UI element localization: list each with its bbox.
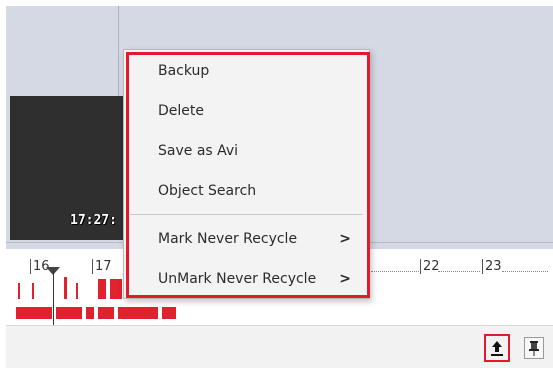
menu-item-label: UnMark Never Recycle [158,271,317,287]
video-timestamp: 17:27: [70,213,117,228]
recording-segment [76,283,78,299]
tick-minor-dots [502,271,548,273]
recording-segment [162,307,176,319]
tick-minor-dots [371,271,419,273]
tick-major [92,259,93,274]
menu-item-label: Object Search [158,183,257,199]
recording-segment [32,283,34,299]
recording-segment [64,277,67,299]
menu-item-label: Mark Never Recycle [158,231,298,247]
upload-icon [491,341,503,356]
pin-icon [529,341,539,356]
recording-segment [110,279,122,299]
pin-button[interactable] [524,337,544,359]
menu-item-unmark-never-recycle[interactable]: UnMark Never Recycle > [130,260,363,298]
tick-label-23: 23 [485,259,502,274]
recording-segment [86,307,94,319]
menu-item-object-search[interactable]: Object Search [130,172,363,210]
submenu-arrow-icon: > [339,231,351,247]
tick-minor-dots [438,271,480,273]
recording-segment [98,307,114,319]
tick-label-17: 17 [95,259,112,274]
tick-major [30,259,31,274]
submenu-arrow-icon: > [339,271,351,287]
menu-item-save-as-avi[interactable]: Save as Avi [130,132,363,170]
menu-item-backup[interactable]: Backup [130,52,363,90]
menu-item-mark-never-recycle[interactable]: Mark Never Recycle > [130,220,363,258]
recording-segment [118,307,158,319]
recording-segment [16,307,52,319]
viewport-divider [118,6,119,101]
tick-major [420,259,421,274]
upload-button[interactable] [484,334,510,362]
bottom-toolbar [6,325,553,368]
menu-item-label: Backup [158,63,210,79]
recording-segment [18,283,20,299]
context-menu: Backup Delete Save as Avi Object Search … [123,49,370,299]
menu-item-label: Delete [158,103,204,119]
menu-separator [130,214,363,215]
menu-item-label: Save as Avi [158,143,239,159]
menu-item-delete[interactable]: Delete [130,92,363,130]
tick-major [482,259,483,274]
recording-segment [56,307,82,319]
recording-segment [98,279,106,299]
